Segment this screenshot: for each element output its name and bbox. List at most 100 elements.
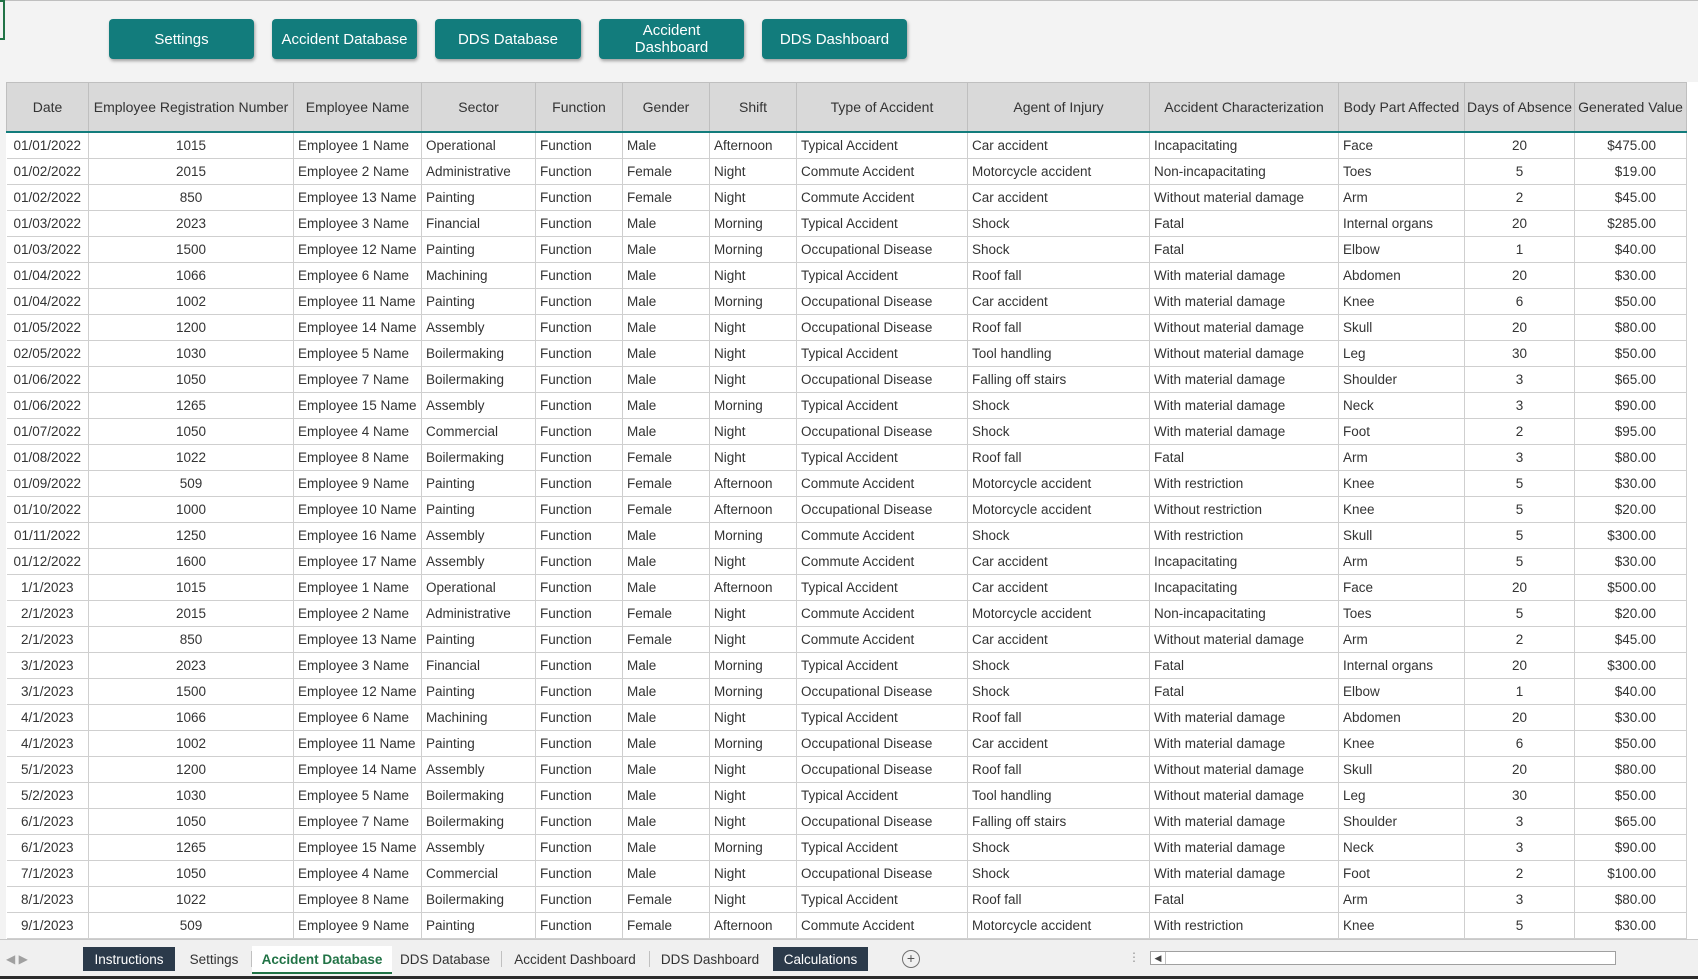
table-cell[interactable]: Shock [968, 237, 1150, 263]
table-cell[interactable]: Male [623, 315, 710, 341]
table-cell[interactable]: Elbow [1339, 679, 1465, 705]
table-cell[interactable]: Occupational Disease [797, 679, 968, 705]
table-cell[interactable]: Function [536, 289, 623, 315]
column-header[interactable]: Body Part Affected [1339, 83, 1465, 133]
table-cell[interactable]: Occupational Disease [797, 809, 968, 835]
column-header[interactable]: Sector [422, 83, 536, 133]
table-cell[interactable]: Without material damage [1150, 341, 1339, 367]
table-cell[interactable]: With material damage [1150, 393, 1339, 419]
table-cell[interactable]: 01/03/2022 [7, 211, 89, 237]
column-header[interactable]: Date [7, 83, 89, 133]
table-cell[interactable]: Commute Accident [797, 627, 968, 653]
table-cell[interactable]: Motorcycle accident [968, 471, 1150, 497]
table-cell[interactable]: $80.00 [1575, 757, 1687, 783]
table-cell[interactable]: Morning [710, 679, 797, 705]
scroll-left-icon[interactable]: ◀ [1151, 952, 1166, 964]
table-cell[interactable]: Motorcycle accident [968, 913, 1150, 939]
table-cell[interactable]: Night [710, 549, 797, 575]
table-cell[interactable]: Commute Accident [797, 159, 968, 185]
column-header[interactable]: Generated Value [1575, 83, 1687, 133]
table-cell[interactable]: Boilermaking [422, 367, 536, 393]
table-cell[interactable]: Function [536, 341, 623, 367]
table-cell[interactable]: Night [710, 315, 797, 341]
table-cell[interactable]: Male [623, 237, 710, 263]
table-cell[interactable]: 3/1/2023 [7, 679, 89, 705]
dds-database-button[interactable]: DDS Database [435, 19, 581, 59]
table-cell[interactable]: $90.00 [1575, 835, 1687, 861]
table-cell[interactable]: Shoulder [1339, 809, 1465, 835]
table-cell[interactable]: With material damage [1150, 861, 1339, 887]
table-cell[interactable]: With material damage [1150, 263, 1339, 289]
table-cell[interactable]: Car accident [968, 549, 1150, 575]
table-cell[interactable]: 01/12/2022 [7, 549, 89, 575]
table-cell[interactable]: Typical Accident [797, 783, 968, 809]
table-cell[interactable]: 2 [1465, 185, 1575, 211]
table-cell[interactable]: $50.00 [1575, 341, 1687, 367]
table-cell[interactable]: Employee 11 Name [294, 731, 422, 757]
table-cell[interactable]: 6 [1465, 731, 1575, 757]
table-cell[interactable]: 3 [1465, 835, 1575, 861]
table-cell[interactable]: Tool handling [968, 341, 1150, 367]
table-cell[interactable]: Male [623, 263, 710, 289]
table-cell[interactable]: $500.00 [1575, 575, 1687, 601]
table-cell[interactable]: Employee 1 Name [294, 132, 422, 159]
table-cell[interactable]: $30.00 [1575, 471, 1687, 497]
table-cell[interactable]: 01/05/2022 [7, 315, 89, 341]
table-cell[interactable]: $30.00 [1575, 705, 1687, 731]
table-cell[interactable]: Machining [422, 705, 536, 731]
table-cell[interactable]: 1002 [89, 289, 294, 315]
table-cell[interactable]: Falling off stairs [968, 367, 1150, 393]
table-cell[interactable]: Employee 6 Name [294, 263, 422, 289]
table-cell[interactable]: Toes [1339, 159, 1465, 185]
table-cell[interactable]: 1002 [89, 731, 294, 757]
table-cell[interactable]: Function [536, 497, 623, 523]
table-cell[interactable]: Motorcycle accident [968, 497, 1150, 523]
table-cell[interactable]: 01/08/2022 [7, 445, 89, 471]
column-header[interactable]: Days of Absence [1465, 83, 1575, 133]
table-cell[interactable]: Function [536, 393, 623, 419]
table-cell[interactable]: 5 [1465, 601, 1575, 627]
table-cell[interactable]: Arm [1339, 887, 1465, 913]
table-cell[interactable]: $80.00 [1575, 887, 1687, 913]
table-cell[interactable]: $300.00 [1575, 523, 1687, 549]
table-cell[interactable]: Employee 2 Name [294, 601, 422, 627]
table-cell[interactable]: 5 [1465, 523, 1575, 549]
table-cell[interactable]: Function [536, 237, 623, 263]
table-cell[interactable]: Function [536, 835, 623, 861]
tab-dds-database[interactable]: DDS Database [392, 947, 498, 971]
table-cell[interactable]: Shock [968, 653, 1150, 679]
table-cell[interactable]: Morning [710, 211, 797, 237]
table-cell[interactable]: Without material damage [1150, 627, 1339, 653]
table-cell[interactable]: Knee [1339, 289, 1465, 315]
table-cell[interactable]: Male [623, 523, 710, 549]
table-cell[interactable]: 20 [1465, 263, 1575, 289]
column-header[interactable]: Function [536, 83, 623, 133]
table-cell[interactable]: Painting [422, 731, 536, 757]
table-cell[interactable]: Boilermaking [422, 783, 536, 809]
table-cell[interactable]: 01/03/2022 [7, 237, 89, 263]
table-cell[interactable]: Night [710, 185, 797, 211]
table-cell[interactable]: Commute Accident [797, 185, 968, 211]
table-cell[interactable]: Commute Accident [797, 523, 968, 549]
table-cell[interactable]: Car accident [968, 185, 1150, 211]
table-cell[interactable]: 01/04/2022 [7, 289, 89, 315]
table-cell[interactable]: Shock [968, 393, 1150, 419]
table-cell[interactable]: Occupational Disease [797, 367, 968, 393]
table-cell[interactable]: $50.00 [1575, 783, 1687, 809]
table-cell[interactable]: Fatal [1150, 237, 1339, 263]
table-cell[interactable]: 20 [1465, 132, 1575, 159]
table-cell[interactable]: With material damage [1150, 705, 1339, 731]
table-cell[interactable]: 3 [1465, 367, 1575, 393]
table-cell[interactable]: Morning [710, 731, 797, 757]
table-cell[interactable]: Assembly [422, 757, 536, 783]
table-cell[interactable]: Morning [710, 835, 797, 861]
table-cell[interactable]: Boilermaking [422, 887, 536, 913]
table-cell[interactable]: Commute Accident [797, 549, 968, 575]
table-cell[interactable]: 850 [89, 627, 294, 653]
table-cell[interactable]: Roof fall [968, 315, 1150, 341]
table-cell[interactable]: Assembly [422, 523, 536, 549]
table-cell[interactable]: With restriction [1150, 913, 1339, 939]
table-cell[interactable]: Function [536, 471, 623, 497]
table-cell[interactable]: Commute Accident [797, 471, 968, 497]
column-header[interactable]: Shift [710, 83, 797, 133]
